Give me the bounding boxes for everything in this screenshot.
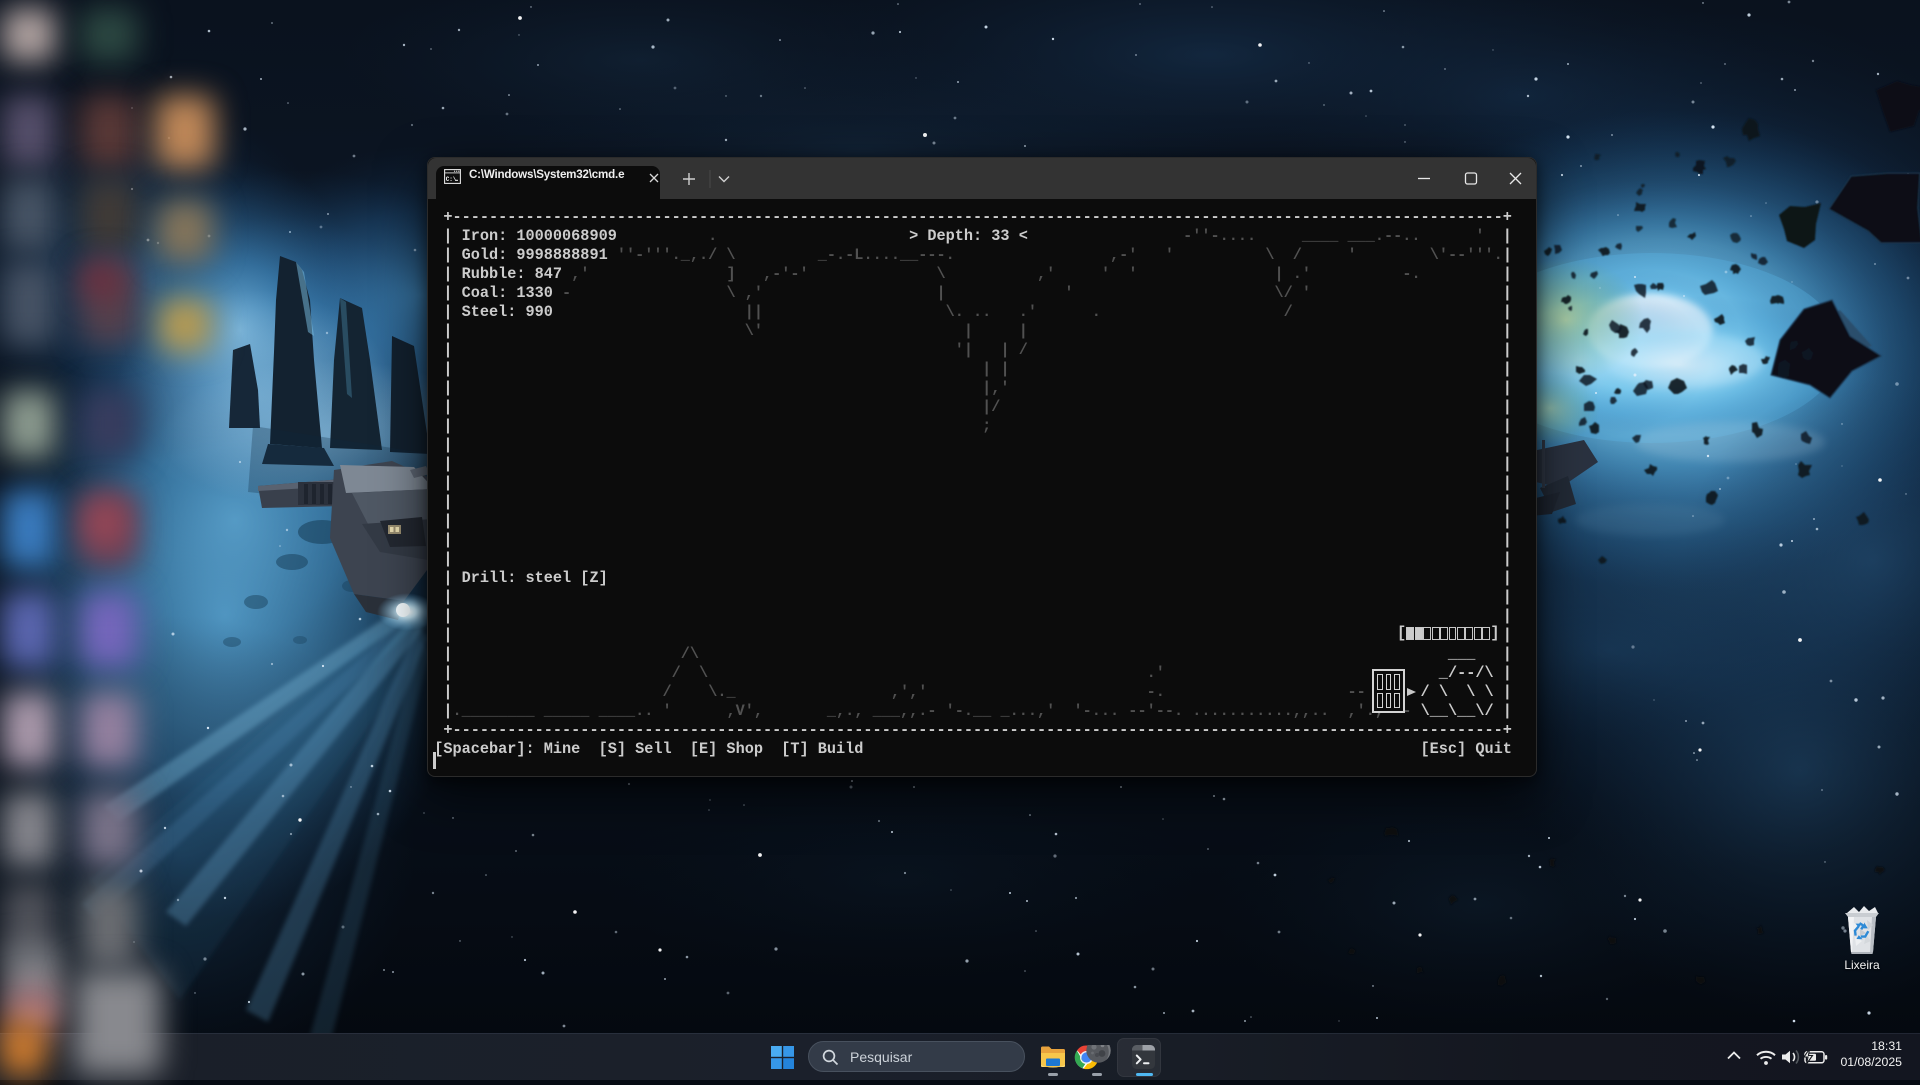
svg-text:C:\: C:\ bbox=[446, 176, 457, 183]
